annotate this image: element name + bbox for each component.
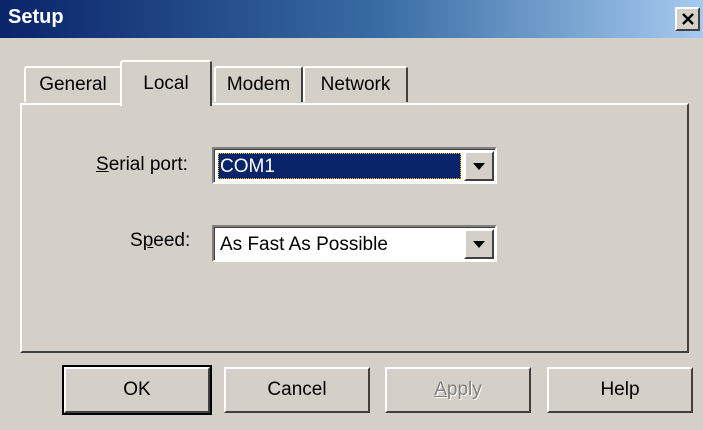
tab-general[interactable]: General: [24, 66, 122, 102]
tab-local-label: Local: [143, 73, 189, 94]
help-button[interactable]: Help: [547, 367, 693, 413]
setup-dialog: Setup General Local Modem Network Serial…: [0, 0, 703, 430]
tab-local[interactable]: Local: [120, 60, 212, 106]
speed-select[interactable]: As Fast As Possible: [212, 225, 497, 262]
speed-mnemonic: p: [142, 230, 154, 251]
tab-network[interactable]: Network: [303, 66, 408, 102]
speed-label: Speed:: [130, 230, 191, 251]
serial-port-label: Serial port:: [96, 154, 188, 175]
speed-dropdown-button[interactable]: [464, 229, 494, 259]
tab-panel-local: Serial port: COM1 Speed: As Fast As Poss…: [20, 103, 689, 353]
help-button-label: Help: [600, 379, 640, 400]
apply-button[interactable]: Apply: [385, 367, 531, 413]
close-icon: [681, 12, 694, 25]
window-title: Setup: [8, 6, 64, 28]
ok-button-label: OK: [123, 379, 151, 400]
tab-network-label: Network: [320, 74, 391, 95]
tab-modem[interactable]: Modem: [214, 66, 303, 102]
chevron-down-icon: [473, 162, 485, 170]
ok-button[interactable]: OK: [62, 365, 212, 415]
speed-value: As Fast As Possible: [220, 234, 388, 255]
serial-port-value: COM1: [218, 153, 461, 179]
title-bar[interactable]: Setup: [0, 0, 703, 38]
apply-button-label: Apply: [434, 379, 482, 400]
serial-port-select[interactable]: COM1: [212, 147, 497, 184]
serial-port-dropdown-button[interactable]: [464, 151, 494, 181]
serial-port-mnemonic: S: [96, 154, 109, 175]
tab-modem-label: Modem: [226, 74, 291, 95]
tab-general-label: General: [39, 74, 107, 95]
cancel-button-label: Cancel: [267, 379, 327, 400]
close-button[interactable]: [675, 7, 700, 31]
cancel-button[interactable]: Cancel: [224, 367, 370, 413]
chevron-down-icon: [473, 240, 485, 248]
